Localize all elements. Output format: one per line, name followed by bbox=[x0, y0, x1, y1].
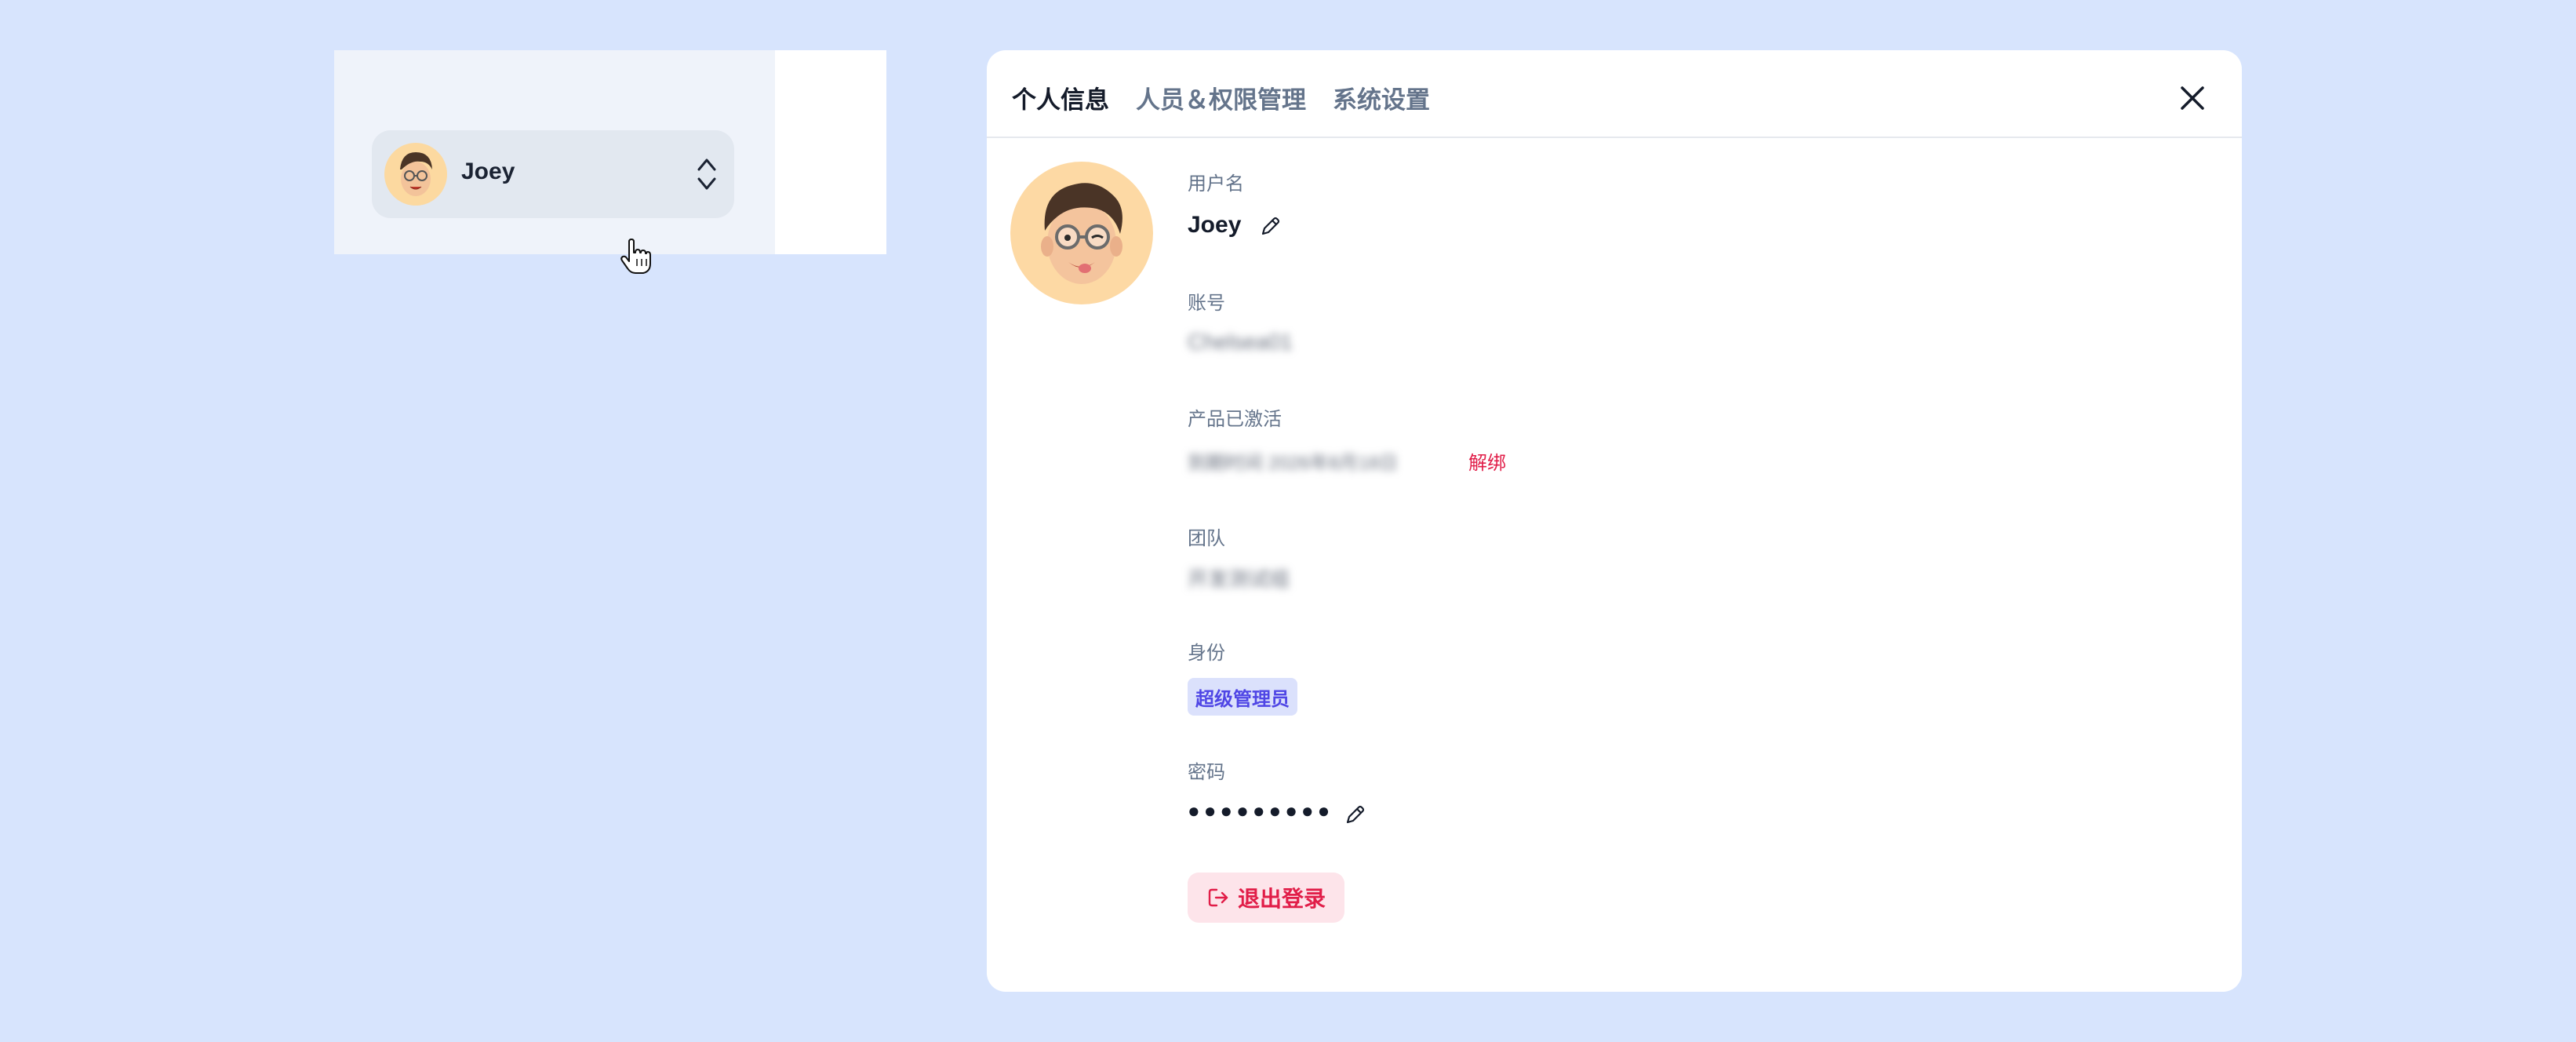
edit-username-pencil-icon[interactable] bbox=[1258, 215, 1282, 239]
user-name: Joey bbox=[461, 158, 515, 184]
sidebar-panel: Joey bbox=[334, 50, 775, 274]
role-label: 身份 bbox=[1188, 643, 1225, 664]
logout-label: 退出登录 bbox=[1237, 887, 1326, 911]
role-badge: 超级管理员 bbox=[1188, 678, 1297, 716]
user-switcher-button[interactable]: Joey bbox=[372, 130, 734, 274]
user-avatar bbox=[384, 143, 447, 206]
password-value: ●●●●●●●●● bbox=[1188, 799, 1334, 822]
tab-profile[interactable]: 个人信息 bbox=[1012, 80, 1109, 115]
logout-button[interactable]: 退出登录 bbox=[1188, 873, 1344, 923]
chevron-up-down-icon bbox=[697, 158, 716, 190]
hand-pointer-icon bbox=[620, 239, 651, 274]
logout-icon bbox=[1208, 888, 1228, 907]
close-icon[interactable] bbox=[2173, 78, 2212, 118]
unbind-link[interactable]: 解绑 bbox=[1468, 447, 1506, 475]
header-divider bbox=[987, 137, 2242, 138]
sidebar-preview: Joey bbox=[334, 50, 886, 274]
account-value: Chelsea01 bbox=[1188, 330, 1293, 354]
account-label: 账号 bbox=[1188, 293, 1225, 314]
edit-password-pencil-icon[interactable] bbox=[1343, 803, 1366, 827]
team-value: 开发测试组 bbox=[1188, 567, 1290, 591]
product-expiry-value: 到期时间 2026年8月18日 bbox=[1188, 453, 1399, 474]
settings-dialog: 个人信息 人员＆权限管理 系统设置 用户名 Joey 账号 Chelsea01 … bbox=[987, 50, 2242, 992]
tab-members-permissions[interactable]: 人员＆权限管理 bbox=[1136, 80, 1306, 115]
password-label: 密码 bbox=[1188, 762, 1225, 783]
product-activated-label: 产品已激活 bbox=[1188, 409, 1282, 430]
username-label: 用户名 bbox=[1188, 173, 1244, 195]
team-label: 团队 bbox=[1188, 528, 1225, 549]
profile-avatar[interactable] bbox=[1010, 162, 1153, 304]
username-value: Joey bbox=[1188, 212, 1242, 238]
tab-system-settings[interactable]: 系统设置 bbox=[1333, 80, 1430, 115]
tab-bar: 个人信息 人员＆权限管理 系统设置 bbox=[1012, 75, 1430, 119]
